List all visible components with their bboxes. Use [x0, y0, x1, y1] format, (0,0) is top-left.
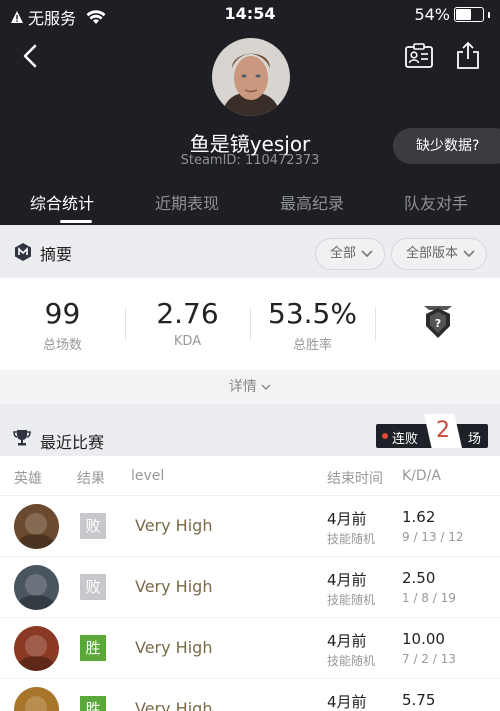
tab-overall[interactable]: 综合统计 [30, 190, 94, 214]
streak-unit: 场 [468, 432, 482, 447]
game-mode: 技能随机 [327, 593, 376, 607]
svg-text:?: ? [435, 317, 441, 330]
missing-data-button[interactable]: 缺少数据? [393, 128, 500, 164]
battery-icon [454, 7, 484, 22]
mode-filter[interactable]: 全部 [315, 238, 385, 270]
status-bar: 无服务 14:54 54% [0, 0, 500, 28]
hero-avatar [14, 687, 59, 711]
tab-recent[interactable]: 近期表现 [155, 190, 219, 214]
trophy-icon [13, 430, 31, 446]
kda-detail: 7 / 2 / 13 [402, 652, 456, 666]
match-level: Very High [135, 516, 213, 535]
hero-avatar [14, 565, 59, 610]
result-badge: 败 [80, 513, 106, 539]
col-result: 结果 [77, 471, 105, 487]
match-row[interactable]: 败 Very High 4月前技能随机 1.62 9 / 13 / 12 [0, 495, 500, 556]
version-filter[interactable]: 全部版本 [391, 238, 487, 270]
chevron-down-icon [361, 250, 373, 258]
tab-teammates[interactable]: 队友对手 [404, 190, 468, 214]
profile-header: 无服务 14:54 54% 鱼是镜yesjor SteamID: 1104723… [0, 0, 500, 225]
kda-value: 10.00 [402, 630, 445, 648]
match-list: 英雄 结果 level 结束时间 K/D/A 败 Very High 4月前 技能随机… [0, 456, 500, 711]
streak-dot [382, 433, 388, 439]
summary-stats: 99 总场数 2.76 KDA 53.5% 总胜率 ? [0, 278, 500, 370]
summary-title: 摘要 [40, 245, 73, 264]
result-badge: 胜 [80, 696, 106, 711]
stat-label: 总胜率 [292, 338, 332, 353]
details-toggle[interactable]: 详情 [0, 370, 500, 404]
mode-filter-value: 全部 [330, 246, 357, 261]
share-icon[interactable] [454, 40, 482, 70]
stat-value: 53.5% [268, 297, 357, 330]
game-mode: 技能随机 [327, 532, 376, 546]
kda-value: 2.50 [402, 569, 436, 587]
match-level: Very High [135, 638, 213, 657]
stat-value: 99 [44, 297, 81, 330]
match-row[interactable]: 败 Very High 4月前技能随机 2.50 1 / 8 / 19 [0, 556, 500, 617]
stat-value: 2.76 [156, 297, 219, 330]
end-time: 4月前 [327, 693, 367, 711]
col-hero: 英雄 [14, 471, 42, 487]
details-label: 详情 [228, 379, 257, 395]
end-time: 4月前 [327, 632, 367, 650]
end-time: 4月前 [327, 571, 367, 589]
stat-total-games: 99 总场数 [0, 297, 125, 354]
match-row[interactable]: 胜 Very High 4月前技能随机 10.00 7 / 2 / 13 [0, 617, 500, 678]
tab-records[interactable]: 最高纪录 [280, 190, 344, 214]
summary-icon [15, 243, 31, 261]
match-level: Very High [135, 577, 213, 596]
chevron-down-icon [261, 384, 271, 390]
end-time: 4月前 [327, 510, 367, 528]
kda-value: 1.62 [402, 508, 436, 526]
active-tab-indicator [60, 220, 92, 223]
streak-label: 连败 [392, 432, 419, 447]
result-badge: 败 [80, 574, 106, 600]
summary-header: 摘要 全部 全部版本 [0, 226, 500, 278]
stat-label: KDA [173, 334, 202, 349]
game-mode: 技能随机 [327, 654, 376, 668]
recent-matches-title: 最近比赛 [40, 433, 105, 452]
stat-kda: 2.76 KDA [125, 297, 250, 350]
hero-avatar [14, 626, 59, 671]
col-end-time: 结束时间 [327, 471, 383, 487]
hero-avatar [14, 504, 59, 549]
match-row[interactable]: 胜Very High4月前技能随机5.75 [0, 678, 500, 711]
kda-value: 5.75 [402, 691, 436, 709]
kda-detail: 1 / 8 / 19 [402, 591, 456, 605]
chevron-down-icon [463, 250, 475, 258]
battery-percent: 54% [414, 5, 450, 24]
stat-win-rate: 53.5% 总胜率 [250, 297, 375, 354]
match-level: Very High [135, 699, 213, 711]
col-level: level [131, 468, 165, 484]
result-badge: 胜 [80, 635, 106, 661]
back-arrow-icon[interactable] [18, 42, 46, 70]
tab-bar: 综合统计 近期表现 最高纪录 队友对手 [0, 182, 500, 225]
id-card-icon[interactable] [404, 42, 434, 70]
stat-label: 总场数 [42, 338, 82, 353]
battery-area: 54% [414, 5, 490, 24]
version-filter-value: 全部版本 [406, 246, 459, 261]
col-kda: K/D/A [402, 468, 441, 484]
kda-detail: 9 / 13 / 12 [402, 530, 464, 544]
unknown-rank-icon: ? [424, 306, 452, 338]
player-avatar [212, 38, 290, 116]
